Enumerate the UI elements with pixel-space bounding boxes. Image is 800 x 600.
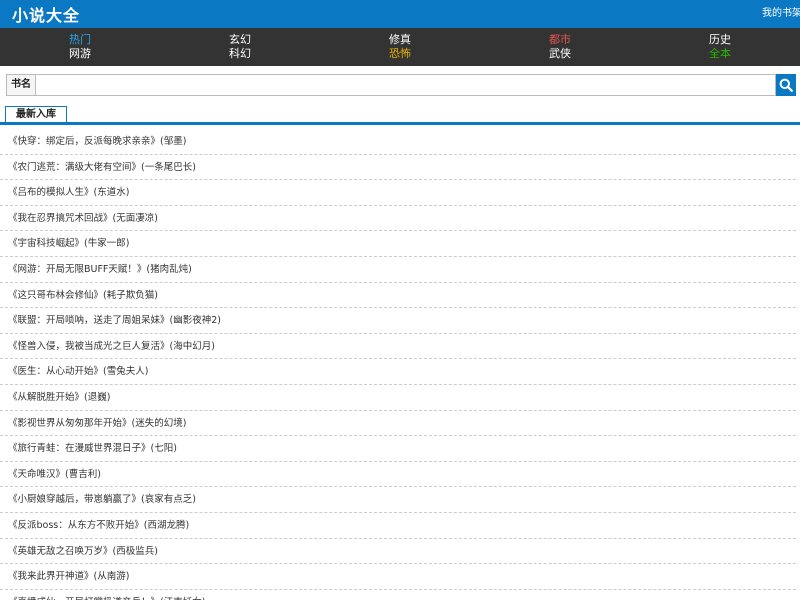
book-link[interactable]: 《宇宙科技崛起》(牛家一郎)	[8, 238, 129, 249]
nav-link-complete[interactable]: 全本	[709, 47, 731, 61]
book-link[interactable]: 《这只哥布林会修仙》(耗子欺负猫)	[8, 290, 158, 301]
book-link[interactable]: 《快穿：绑定后，反派每晚求亲亲》(邹墨)	[8, 136, 186, 147]
list-item: 《天命唯汉》(曹吉利)	[0, 462, 796, 488]
nav-link-history[interactable]: 历史	[709, 33, 731, 47]
search-button[interactable]	[776, 74, 796, 96]
list-item: 《快穿：绑定后，反派每晚求亲亲》(邹墨)	[0, 129, 796, 155]
latest-books-list: 《快穿：绑定后，反派每晚求亲亲》(邹墨) 《农门逃荒：满级大佬有空间》(一条尾巴长…	[0, 129, 800, 600]
list-item: 《我在忍界搞咒术回战》(无面凄凉)	[0, 206, 796, 232]
nav-column-5: 历史 全本	[640, 33, 800, 66]
site-logo[interactable]: 小说大全	[12, 2, 80, 26]
book-link[interactable]: 《农门逃荒：满级大佬有空间》(一条尾巴长)	[8, 162, 196, 173]
list-item: 《医生：从心动开始》(雪兔夫人)	[0, 359, 796, 385]
list-item: 《影视世界从匆匆那年开始》(迷失的幻境)	[0, 411, 796, 437]
list-item: 《直播成仙，开局打赏极道帝兵！》(江南妖女)	[0, 590, 796, 600]
nav-column-1: 热门 网游	[0, 33, 160, 66]
book-link[interactable]: 《从解脱胜开始》(退巍)	[8, 392, 110, 403]
nav-link-fantasy[interactable]: 玄幻	[229, 33, 251, 47]
top-header-bar: 小说大全 我的书架	[0, 0, 800, 28]
nav-link-horror[interactable]: 恐怖	[389, 47, 411, 61]
my-bookshelf-link[interactable]: 我的书架	[762, 0, 800, 28]
nav-link-scifi[interactable]: 科幻	[229, 47, 251, 61]
search-icon	[779, 78, 793, 92]
book-link[interactable]: 《英雄无敌之召唤万岁》(西极监兵)	[8, 546, 158, 557]
book-link[interactable]: 《我在忍界搞咒术回战》(无面凄凉)	[8, 213, 158, 224]
book-link[interactable]: 《我来此界开神道》(从南游)	[8, 571, 129, 582]
nav-link-online-game[interactable]: 网游	[69, 47, 91, 61]
book-link[interactable]: 《网游：开局无限BUFF天赋！》(猪肉乱炖)	[8, 264, 192, 275]
section-title: 最新入库	[5, 106, 67, 122]
list-item: 《旅行青蛙：在漫威世界混日子》(七阳)	[0, 436, 796, 462]
nav-link-cultivation[interactable]: 修真	[389, 33, 411, 47]
search-label: 书名	[6, 74, 35, 96]
list-item: 《网游：开局无限BUFF天赋！》(猪肉乱炖)	[0, 257, 796, 283]
list-item: 《吕布的模拟人生》(东道水)	[0, 180, 796, 206]
nav-column-3: 修真 恐怖	[320, 33, 480, 66]
list-item: 《我来此界开神道》(从南游)	[0, 564, 796, 590]
list-item: 《英雄无敌之召唤万岁》(西极监兵)	[0, 539, 796, 565]
book-link[interactable]: 《影视世界从匆匆那年开始》(迷失的幻境)	[8, 418, 186, 429]
nav-link-urban[interactable]: 都市	[549, 33, 571, 47]
book-link[interactable]: 《联盟：开局唢呐，送走了周姐呆妹》(幽影夜神2)	[8, 315, 221, 326]
book-link[interactable]: 《旅行青蛙：在漫威世界混日子》(七阳)	[8, 443, 177, 454]
category-nav: 热门 网游 玄幻 科幻 修真 恐怖 都市 武侠 历史 全本	[0, 28, 800, 66]
nav-link-wuxia[interactable]: 武侠	[549, 47, 571, 61]
nav-column-2: 玄幻 科幻	[160, 33, 320, 66]
search-input[interactable]	[35, 74, 776, 96]
list-item: 《反派boss：从东方不败开始》(西湖龙腾)	[0, 513, 796, 539]
book-link[interactable]: 《反派boss：从东方不败开始》(西湖龙腾)	[8, 520, 189, 531]
search-bar: 书名	[0, 70, 800, 100]
list-item: 《农门逃荒：满级大佬有空间》(一条尾巴长)	[0, 155, 796, 181]
list-item: 《怪兽入侵，我被当成光之巨人复活》(海中幻月)	[0, 334, 796, 360]
list-item: 《这只哥布林会修仙》(耗子欺负猫)	[0, 283, 796, 309]
nav-column-4: 都市 武侠	[480, 33, 640, 66]
nav-link-hot[interactable]: 热门	[69, 33, 91, 47]
section-header: 最新入库	[0, 106, 800, 125]
book-link[interactable]: 《天命唯汉》(曹吉利)	[8, 469, 101, 480]
book-link[interactable]: 《怪兽入侵，我被当成光之巨人复活》(海中幻月)	[8, 341, 215, 352]
list-item: 《宇宙科技崛起》(牛家一郎)	[0, 231, 796, 257]
list-item: 《从解脱胜开始》(退巍)	[0, 385, 796, 411]
book-link[interactable]: 《小厨娘穿越后，带崽躺赢了》(哀家有点乏)	[8, 494, 196, 505]
list-item: 《联盟：开局唢呐，送走了周姐呆妹》(幽影夜神2)	[0, 308, 796, 334]
book-link[interactable]: 《吕布的模拟人生》(东道水)	[8, 187, 129, 198]
list-item: 《小厨娘穿越后，带崽躺赢了》(哀家有点乏)	[0, 487, 796, 513]
book-link[interactable]: 《医生：从心动开始》(雪兔夫人)	[8, 366, 148, 377]
